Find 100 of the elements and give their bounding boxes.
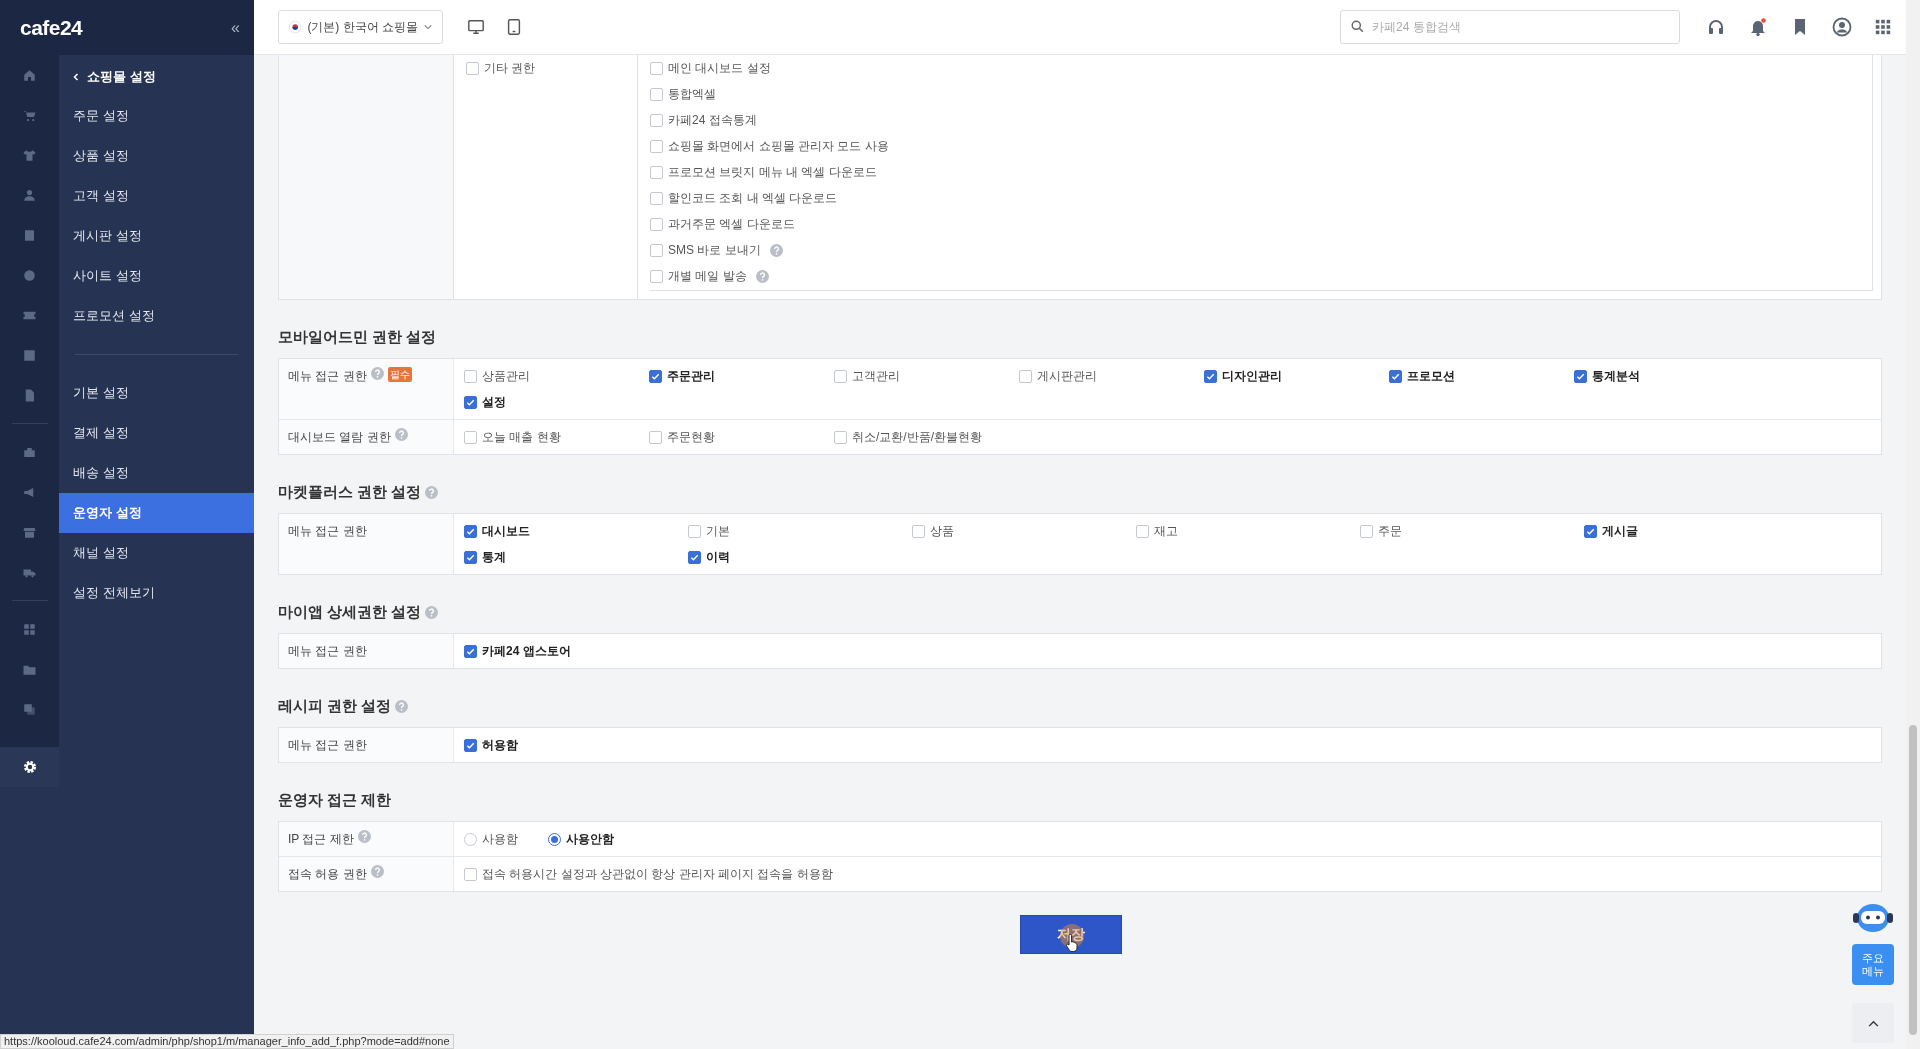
account-icon[interactable] — [1832, 17, 1852, 37]
chevron-left-icon — [73, 73, 79, 81]
checkbox[interactable] — [912, 524, 925, 538]
checkbox[interactable] — [688, 550, 701, 564]
sidebar-item[interactable]: 상품 설정 — [59, 136, 254, 176]
shop-select[interactable]: (기본) 한국어 쇼핑몰 — [278, 10, 443, 44]
option-label: 게시판관리 — [1037, 368, 1097, 385]
section-title: 모바일어드민 권한 설정 — [278, 326, 437, 347]
checkbox[interactable] — [464, 550, 477, 564]
radio-button[interactable] — [464, 832, 477, 846]
option-label: 주문 — [1378, 523, 1402, 540]
sidebar-item[interactable]: 채널 설정 — [59, 533, 254, 573]
sidebar-item[interactable]: 운영자 설정 — [59, 493, 254, 533]
checkbox[interactable] — [1584, 524, 1597, 538]
option-label: 할인코드 조회 내 엑셀 다운로드 — [668, 190, 838, 207]
checkbox[interactable] — [466, 61, 479, 75]
row-label: IP 접근 제한 — [288, 831, 354, 848]
sidebar-item[interactable]: 주문 설정 — [59, 96, 254, 136]
flag-icon — [289, 20, 302, 34]
option-label: SMS 바로 보내기 — [668, 242, 761, 259]
section-title: 레시피 권한 설정 — [278, 695, 392, 716]
headset-icon[interactable] — [1706, 17, 1726, 37]
checkbox[interactable] — [650, 139, 663, 153]
checkbox[interactable] — [834, 430, 847, 444]
help-icon[interactable] — [395, 699, 409, 713]
option-label: 허용함 — [482, 737, 518, 754]
checkbox[interactable] — [834, 369, 847, 383]
checkbox[interactable] — [688, 524, 701, 538]
help-icon[interactable] — [755, 269, 769, 283]
checkbox[interactable] — [464, 867, 477, 881]
copy-icon[interactable] — [22, 701, 37, 717]
checkbox[interactable] — [650, 87, 663, 101]
checkbox[interactable] — [650, 191, 663, 205]
help-icon[interactable] — [357, 830, 371, 843]
option-label: 프로모션 — [1407, 368, 1455, 385]
option-label: 사용안함 — [566, 831, 614, 848]
sidebar-item[interactable]: 결제 설정 — [59, 413, 254, 453]
mobile-icon[interactable] — [505, 18, 523, 36]
help-icon[interactable] — [394, 428, 408, 441]
desktop-icon[interactable] — [467, 18, 485, 36]
grid-icon[interactable] — [22, 621, 37, 637]
checkbox[interactable] — [464, 395, 477, 409]
sidebar-item[interactable]: 게시판 설정 — [59, 216, 254, 256]
sidebar-item[interactable]: 고객 설정 — [59, 176, 254, 216]
shirt-icon[interactable] — [22, 147, 37, 163]
checkbox[interactable] — [649, 369, 662, 383]
help-icon[interactable] — [425, 485, 439, 499]
help-icon[interactable] — [425, 605, 439, 619]
status-url: https://kooloud.cafe24.com/admin/php/shop1/m/manager_info_add_f.php?mode=add#none — [0, 1034, 454, 1049]
checkbox[interactable] — [650, 113, 663, 127]
checkbox[interactable] — [650, 165, 663, 179]
sidebar-item[interactable]: 배송 설정 — [59, 453, 254, 493]
option-label: 기본 — [706, 523, 730, 540]
sidebar-item[interactable]: 설정 전체보기 — [59, 573, 254, 613]
checkbox[interactable] — [649, 430, 662, 444]
option-label: 설정 — [482, 394, 506, 411]
checkbox[interactable] — [464, 644, 477, 658]
option-label: 취소/교환/반품/환불현황 — [852, 429, 982, 446]
help-icon[interactable] — [370, 865, 384, 878]
sidebar-item[interactable]: 사이트 설정 — [59, 256, 254, 296]
checkbox[interactable] — [650, 269, 663, 283]
option-label: 통계 — [482, 549, 506, 566]
collapse-button[interactable]: « — [231, 15, 240, 40]
checkbox[interactable] — [1389, 369, 1402, 383]
back-link[interactable]: 쇼핑몰 설정 — [59, 63, 254, 91]
settings-icon[interactable] — [21, 759, 38, 775]
help-icon[interactable] — [769, 243, 783, 257]
sidebar-item[interactable]: 프로모션 설정 — [59, 296, 254, 336]
checkbox[interactable] — [1360, 524, 1373, 538]
checkbox[interactable] — [464, 738, 477, 752]
checkbox[interactable] — [1574, 369, 1587, 383]
person-icon[interactable] — [22, 187, 37, 203]
option-label: 메인 대시보드 설정 — [668, 60, 771, 77]
option-label: 기타 권한 — [484, 60, 536, 77]
home-icon[interactable] — [22, 67, 37, 83]
checkbox[interactable] — [464, 430, 477, 444]
scrollbar[interactable] — [1906, 0, 1920, 1049]
checkbox[interactable] — [650, 61, 663, 75]
option-label: 카페24 앱스토어 — [482, 643, 571, 660]
checkbox[interactable] — [464, 524, 477, 538]
row-label: 대시보드 열람 권한 — [288, 429, 391, 446]
help-icon[interactable] — [370, 367, 384, 380]
row-label: 메뉴 접근 권한 — [288, 737, 367, 754]
radio-button[interactable] — [548, 832, 561, 846]
option-label: 재고 — [1154, 523, 1178, 540]
option-label: 주문현황 — [667, 429, 715, 446]
checkbox[interactable] — [464, 369, 477, 383]
option-label: 사용함 — [482, 831, 518, 848]
search-icon — [1351, 20, 1364, 33]
checkbox[interactable] — [1019, 369, 1032, 383]
option-label: 통계분석 — [1592, 368, 1640, 385]
checkbox[interactable] — [650, 217, 663, 231]
checkbox[interactable] — [1204, 369, 1217, 383]
chevron-down-icon — [424, 24, 432, 30]
logo[interactable]: cafe24 — [20, 11, 83, 44]
checkbox[interactable] — [1136, 524, 1149, 538]
sidebar-item[interactable]: 기본 설정 — [59, 373, 254, 413]
checkbox[interactable] — [650, 243, 663, 257]
search-field[interactable]: 카페24 통합검색 — [1340, 10, 1680, 44]
apps-icon[interactable] — [1874, 18, 1892, 36]
